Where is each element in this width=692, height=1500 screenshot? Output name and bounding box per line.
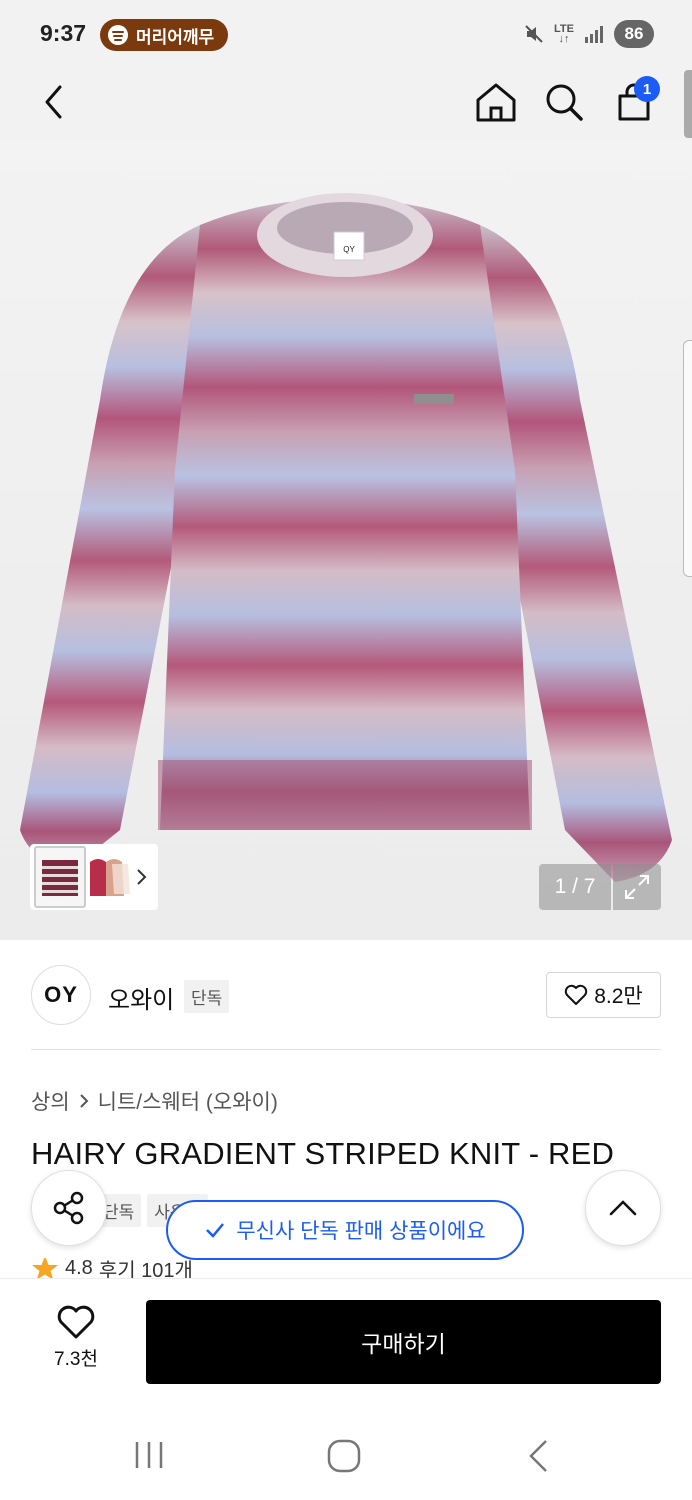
exclusive-toast: 무신사 단독 판매 상품이에요 (166, 1200, 524, 1260)
buy-button[interactable]: 구매하기 (146, 1300, 661, 1384)
wishlist-count: 7.3천 (54, 1349, 98, 1370)
home-button[interactable] (468, 70, 524, 134)
divider (31, 1049, 661, 1050)
thumbnail-strip[interactable] (30, 844, 158, 910)
breadcrumb-subcategory[interactable]: 니트/스웨터 (오와이) (98, 1086, 278, 1116)
back-nav-icon[interactable] (524, 1438, 552, 1474)
brand-like-count: 8.2만 (594, 985, 643, 1008)
exclusive-tag: 단독 (184, 980, 230, 1013)
expand-icon (625, 875, 649, 899)
battery-indicator: 86 (614, 20, 654, 48)
app-header: 1 (0, 70, 692, 140)
recent-apps-icon[interactable] (132, 1438, 166, 1472)
home-icon (476, 83, 516, 122)
wishlist-button[interactable]: 7.3천 (46, 1304, 106, 1371)
back-button[interactable] (26, 70, 82, 134)
now-playing-title: 머리어깨무 (136, 27, 215, 47)
rating-row[interactable]: 4.8 후기 101개 (31, 1258, 193, 1278)
network-indicator: LTE ↓↑ (554, 23, 574, 45)
chevron-left-icon (45, 85, 62, 119)
sweater-illustration: QY (20, 193, 672, 882)
brand-logo[interactable]: OY (31, 965, 91, 1025)
now-playing-pill[interactable]: 머리어깨무 (100, 19, 229, 51)
breadcrumb: 상의 니트/스웨터 (오와이) (31, 1086, 278, 1116)
star-icon (32, 1258, 58, 1278)
scroll-indicator (684, 70, 692, 138)
brand-like-button[interactable]: 8.2만 (546, 972, 661, 1018)
spotify-icon (108, 25, 128, 45)
scroll-top-button[interactable] (585, 1170, 661, 1246)
home-nav-icon[interactable] (326, 1438, 362, 1474)
chevron-right-icon (137, 869, 147, 885)
product-image[interactable]: QY (0, 140, 692, 940)
cart-badge: 1 (634, 76, 660, 102)
toast-text: 무신사 단독 판매 상품이에요 (236, 1220, 486, 1243)
heart-icon (57, 1305, 95, 1339)
chevron-up-icon (609, 1200, 637, 1216)
signal-icon (585, 26, 603, 43)
breadcrumb-category[interactable]: 상의 (31, 1086, 70, 1116)
image-counter: 1 / 7 (539, 864, 611, 910)
status-icons: LTE ↓↑ 86 (524, 20, 654, 48)
rating-value: 4.8 (65, 1258, 93, 1278)
search-icon (546, 84, 583, 121)
mute-icon (525, 25, 543, 43)
chevron-right-icon (79, 1094, 89, 1108)
brand-name[interactable]: 오와이 (108, 980, 174, 1015)
review-count: 후기 101개 (98, 1259, 193, 1279)
status-time: 9:37 (40, 20, 87, 46)
search-button[interactable] (536, 70, 592, 134)
share-button[interactable] (31, 1170, 107, 1246)
svg-text:QY: QY (343, 245, 355, 254)
check-icon (206, 1223, 225, 1238)
share-icon (53, 1191, 84, 1225)
expand-button[interactable] (613, 864, 661, 910)
thumbnail-stack (90, 859, 130, 896)
thumbnail-sweater[interactable] (34, 846, 86, 908)
product-title: HAIRY GRADIENT STRIPED KNIT - RED (31, 1136, 615, 1171)
system-navigation-bar (0, 1410, 692, 1500)
cart-button[interactable]: 1 (606, 70, 662, 134)
side-panel-handle[interactable] (683, 340, 692, 577)
heart-icon (565, 984, 588, 1005)
